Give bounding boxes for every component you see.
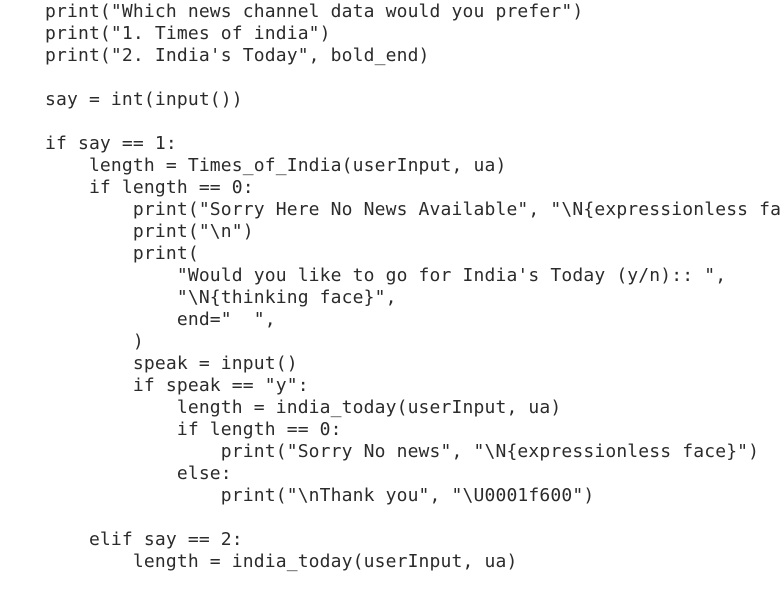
code-line-22: else: — [45, 463, 232, 484]
code-line-12: print( — [45, 243, 199, 264]
code-line-8: length = Times_of_India(userInput, ua) — [45, 155, 507, 176]
code-line-26: length = india_today(userInput, ua) — [45, 551, 518, 572]
code-line-7: if say == 1: — [45, 133, 177, 154]
code-line-1: print("Which news channel data would you… — [45, 1, 584, 22]
code-line-20: if length == 0: — [45, 419, 342, 440]
code-line-18: if speak == "y": — [45, 375, 309, 396]
code-line-2: print("1. Times of india") — [45, 23, 331, 44]
code-line-5: say = int(input()) — [45, 89, 243, 110]
code-line-21: print("Sorry No news", "\N{expressionles… — [45, 441, 760, 462]
code-line-13: "Would you like to go for India's Today … — [45, 265, 727, 286]
code-line-25: elif say == 2: — [45, 529, 243, 550]
code-line-23: print("\nThank you", "\U0001f600") — [45, 485, 595, 506]
code-editor[interactable]: print("Which news channel data would you… — [0, 0, 782, 597]
code-line-19: length = india_today(userInput, ua) — [45, 397, 562, 418]
code-line-15: end=" ", — [45, 309, 276, 330]
code-line-10: print("Sorry Here No News Available", "\… — [45, 199, 782, 220]
code-line-14: "\N{thinking face}", — [45, 287, 397, 308]
code-line-9: if length == 0: — [45, 177, 254, 198]
code-line-16: ) — [45, 331, 144, 352]
code-line-11: print("\n") — [45, 221, 254, 242]
code-line-3: print("2. India's Today", bold_end) — [45, 45, 430, 66]
code-line-17: speak = input() — [45, 353, 298, 374]
